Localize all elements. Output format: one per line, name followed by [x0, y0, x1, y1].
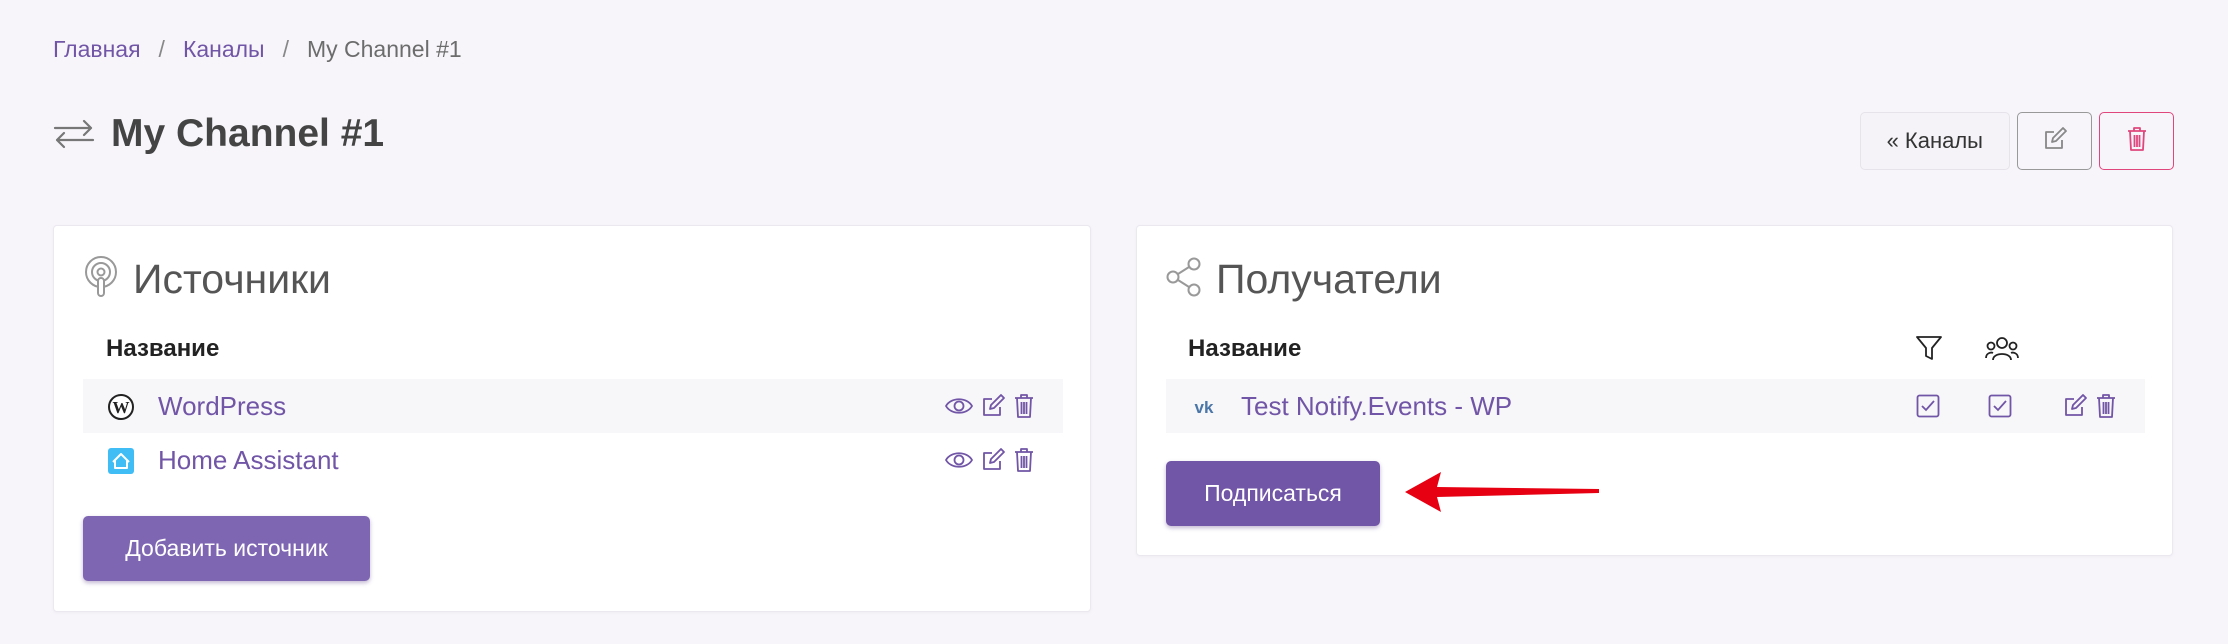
podcast-icon [83, 256, 119, 303]
breadcrumb-channels-link[interactable]: Каналы [183, 36, 265, 63]
recipients-card-title: Получатели [1166, 256, 1442, 303]
view-eye-icon[interactable] [945, 394, 973, 418]
source-row-actions [945, 393, 1035, 419]
edit-icon[interactable] [980, 393, 1006, 419]
breadcrumb-separator: / [282, 36, 289, 62]
trash-icon [2126, 126, 2148, 157]
breadcrumb-separator: / [158, 36, 165, 62]
back-to-channels-button[interactable]: « Каналы [1859, 112, 2010, 170]
recipient-row: vk Test Notify.Events - WP [1166, 379, 2145, 433]
recipient-row-actions [2062, 393, 2117, 419]
source-row: Home Assistant [83, 433, 1063, 487]
recipients-title: Получатели [1216, 256, 1442, 302]
svg-text:vk: vk [1195, 398, 1214, 417]
source-row-actions [945, 447, 1035, 473]
edit-channel-button[interactable] [2017, 112, 2092, 170]
edit-icon [2042, 126, 2068, 157]
users-group-icon [1985, 336, 2019, 367]
sources-column-name: Название [106, 335, 220, 362]
vk-icon: vk [1191, 394, 1217, 420]
page-title: My Channel #1 [111, 112, 385, 155]
recipients-column-name: Название [1188, 335, 1302, 362]
share-icon [1166, 257, 1202, 302]
svg-text:W: W [113, 398, 130, 417]
page-header: My Channel #1 [53, 112, 384, 156]
recipient-link[interactable]: Test Notify.Events - WP [1241, 391, 1512, 422]
edit-icon[interactable] [2062, 393, 2088, 419]
breadcrumb-current: My Channel #1 [306, 36, 462, 62]
sources-card: Источники Название W WordPress Home Assi… [53, 225, 1091, 612]
filter-checkbox-checked-icon[interactable] [1916, 394, 1940, 423]
delete-channel-button[interactable] [2099, 112, 2174, 170]
subscribe-button[interactable]: Подписаться [1166, 461, 1380, 526]
sources-card-title: Источники [83, 256, 331, 303]
header-actions: « Каналы [1859, 112, 2174, 170]
wordpress-icon: W [108, 394, 134, 420]
annotation-arrow-icon [1403, 468, 1603, 521]
recipients-card: Получатели Название vk Test Notify.Event… [1136, 225, 2173, 556]
sources-title: Источники [133, 256, 331, 302]
breadcrumb: Главная / Каналы / My Channel #1 [53, 36, 462, 63]
trash-icon[interactable] [1013, 393, 1035, 419]
breadcrumb-home-link[interactable]: Главная [53, 36, 141, 63]
add-source-button[interactable]: Добавить источник [83, 516, 370, 581]
source-link[interactable]: WordPress [158, 391, 286, 422]
group-checkbox-checked-icon[interactable] [1988, 394, 2012, 423]
edit-icon[interactable] [980, 447, 1006, 473]
home-assistant-icon [108, 448, 134, 474]
exchange-arrows-icon [53, 119, 95, 149]
view-eye-icon[interactable] [945, 448, 973, 472]
trash-icon[interactable] [1013, 447, 1035, 473]
source-link[interactable]: Home Assistant [158, 445, 339, 476]
trash-icon[interactable] [2095, 393, 2117, 419]
source-row: W WordPress [83, 379, 1063, 433]
filter-icon [1915, 334, 1943, 367]
